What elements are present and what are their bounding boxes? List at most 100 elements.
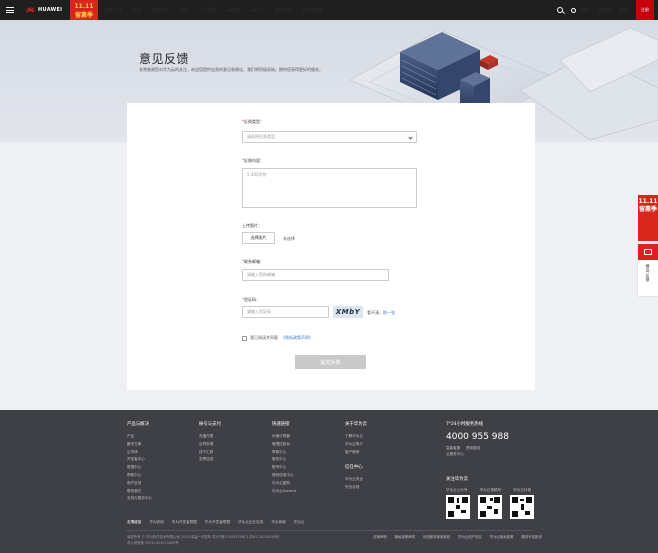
- footer-link[interactable]: 服务中心: [272, 456, 296, 464]
- footer-link[interactable]: 价格计算器: [272, 433, 296, 441]
- footer-col-title: 关于华为云: [345, 422, 367, 427]
- footer-link[interactable]: 账号中心: [272, 464, 296, 472]
- footer-link[interactable]: 合同申请: [199, 441, 221, 449]
- footer-link[interactable]: 解决方案: [127, 441, 152, 449]
- console-link[interactable]: 控制台: [599, 7, 612, 13]
- nav-item-solutions[interactable]: 解决方案: [152, 7, 169, 13]
- footer-link[interactable]: 线下汇款: [199, 449, 221, 457]
- footer-link[interactable]: 云市场: [127, 449, 152, 457]
- footer-col-title: 快速链接: [272, 422, 290, 427]
- footer-link[interactable]: 云服务中心: [446, 452, 464, 456]
- hotline: 7*24小时服务热线 4000 955 988 智能客服 售前服务 云服务中心: [446, 421, 509, 457]
- qr-codes: [446, 495, 534, 519]
- footer-link[interactable]: 华为云Ascend: [272, 488, 296, 496]
- hero-description: 非常感谢您对华为云的关注，欢迎您提供宝贵的意见和建议，我们将积极采纳，期待您获得…: [139, 67, 323, 72]
- nav-item-enterprise[interactable]: 企业采购: [199, 7, 216, 13]
- footer-link[interactable]: 智能客服: [446, 446, 460, 450]
- brand-name: HUAWEI: [38, 7, 63, 13]
- captcha-input[interactable]: 请输入验证码: [242, 306, 329, 318]
- footer-link[interactable]: 客户案例: [345, 449, 367, 457]
- agree-text: 我已阅读并同意: [250, 335, 278, 340]
- footer-link[interactable]: 开发者中心: [127, 456, 152, 464]
- nav-item-marketplace[interactable]: 云市场: [227, 7, 240, 13]
- email-label: *联系邮箱：: [242, 259, 264, 264]
- footer-link[interactable]: 华为云隐私政策: [490, 534, 514, 539]
- upload-image-button[interactable]: 选择图片: [242, 232, 275, 244]
- hotline-links: 智能客服 售前服务 云服务中心: [446, 445, 509, 457]
- follow-title: 关注华为云: [446, 477, 468, 482]
- captcha-refresh-link[interactable]: 换一张: [383, 310, 395, 315]
- footer-link[interactable]: 华为商城: [271, 520, 285, 525]
- footer-divider: [127, 530, 533, 531]
- footer-link[interactable]: 联系我们: [127, 488, 152, 496]
- copyright: 版权所有 © 华为软件技术有限公司 2018 保留一切权利 苏ICP备17040…: [127, 535, 280, 545]
- footer-link[interactable]: 华为官网: [149, 520, 163, 525]
- nav-item-latest[interactable]: 最新活动: [105, 7, 122, 13]
- search-icon[interactable]: [557, 7, 564, 13]
- globe-icon: [571, 7, 577, 13]
- float-feedback-button[interactable]: 建议·反馈: [638, 244, 658, 296]
- agree-checkbox[interactable]: [242, 335, 247, 341]
- footer-link[interactable]: 产品: [127, 433, 152, 441]
- footer-link[interactable]: 华为开发者联盟: [172, 520, 197, 525]
- footer-col-quicklinks: 快速链接 价格计算器 管理控制台 帮助中心 服务中心 账号中心 授权信息中心 华…: [272, 421, 296, 495]
- nav-item-partners[interactable]: 合作伙伴: [274, 7, 291, 13]
- register-button[interactable]: 注册: [635, 0, 654, 20]
- menu-icon[interactable]: [6, 7, 14, 13]
- upload-label: 上传图片：: [242, 223, 262, 228]
- nav-item-pricing[interactable]: 定价: [180, 7, 188, 13]
- footer-link[interactable]: 发票信息: [199, 456, 221, 464]
- footer-col-title: 产品与解决: [127, 422, 149, 427]
- email-input[interactable]: 请输入您的邮箱: [242, 269, 389, 281]
- login-link[interactable]: 登录: [619, 7, 627, 13]
- footer-link[interactable]: 帮助中心: [272, 449, 296, 457]
- footer-link[interactable]: 了解华为云: [345, 433, 367, 441]
- brand[interactable]: HUAWEI: [26, 6, 63, 14]
- footer-link[interactable]: 华为云: [294, 520, 305, 525]
- footer-link[interactable]: 华为云安全: [345, 476, 367, 484]
- footer-link[interactable]: 帮助中心: [127, 472, 152, 480]
- hotline-number: 4000 955 988: [446, 432, 509, 442]
- captcha-label: *验证码：: [242, 297, 260, 302]
- hotline-label: 7*24小时服务热线: [446, 422, 483, 427]
- float-promo-badge[interactable]: 11.11 留惠季: [638, 195, 658, 241]
- footer-link[interactable]: 用户反馈: [127, 480, 152, 488]
- submit-button[interactable]: 提交反馈: [295, 355, 366, 369]
- nav-item-support[interactable]: 支持与服务: [302, 7, 323, 13]
- footer-link[interactable]: 华为云用户协议: [458, 534, 482, 539]
- footer-link[interactable]: 华为云团购: [272, 480, 296, 488]
- agreement: 我已阅读并同意 《隐私政策声明》: [242, 335, 313, 341]
- footer-link[interactable]: 服务不佳投诉: [522, 534, 542, 539]
- footer-link[interactable]: 隐私政策声明: [395, 534, 415, 539]
- type-select[interactable]: 请选择反馈类型: [242, 131, 417, 143]
- friend-links: 友情链接 华为官网 华为开发者联盟 华为开发者联盟 华为云企业应用 华为商城 华…: [127, 520, 304, 525]
- footer-col-title: 帐号与支付: [199, 422, 221, 427]
- footer-link[interactable]: 授权信息中心: [272, 472, 296, 480]
- follow-labels: 华为云公众号 华为云视频号 华为云抖音: [446, 488, 532, 492]
- captcha-image[interactable]: XMbY: [333, 306, 363, 318]
- type-select-placeholder: 请选择反馈类型: [247, 134, 275, 139]
- captcha-refresh: 看不清，换一张: [367, 310, 395, 315]
- footer-link[interactable]: 可信服务使用准则: [423, 534, 450, 539]
- footer-link[interactable]: 数据中心: [127, 464, 152, 472]
- language-switch[interactable]: 中国站: [571, 7, 591, 13]
- nav-item-community[interactable]: 云社区: [251, 7, 264, 13]
- content-textarea[interactable]: 5-400字符: [242, 168, 417, 208]
- legal-links: 法律声明 隐私政策声明 可信服务使用准则 华为云用户协议 华为云隐私政策 服务不…: [373, 534, 542, 539]
- footer-link[interactable]: 华为云企业应用: [238, 520, 263, 525]
- upload-status: 未选择: [283, 236, 295, 241]
- footer-col-subtitle: 信任中心: [345, 465, 363, 471]
- footer-link[interactable]: 安全合规: [345, 484, 367, 492]
- nav-item-products[interactable]: 产品: [133, 7, 141, 13]
- footer-col-products: 产品与解决 产品 解决方案 云市场 开发者中心 数据中心 帮助中心 用户反馈 联…: [127, 421, 152, 503]
- footer-link[interactable]: 华为开发者联盟: [205, 520, 230, 525]
- privacy-link[interactable]: 《隐私政策声明》: [281, 335, 313, 341]
- feedback-form-card: *反馈类型： 请选择反馈类型 *反馈内容： 5-400字符 上传图片： 选择图片…: [127, 103, 535, 390]
- nav-right: 中国站 控制台 登录 注册: [557, 0, 654, 20]
- footer-link[interactable]: 充值付费: [199, 433, 221, 441]
- footer-link[interactable]: 管理控制台: [272, 441, 296, 449]
- footer-link[interactable]: 售前服务: [466, 446, 480, 450]
- footer-link[interactable]: 华为云简介: [345, 441, 367, 449]
- footer-link[interactable]: 支持与服务中心: [127, 495, 152, 503]
- footer-link[interactable]: 法律声明: [373, 534, 387, 539]
